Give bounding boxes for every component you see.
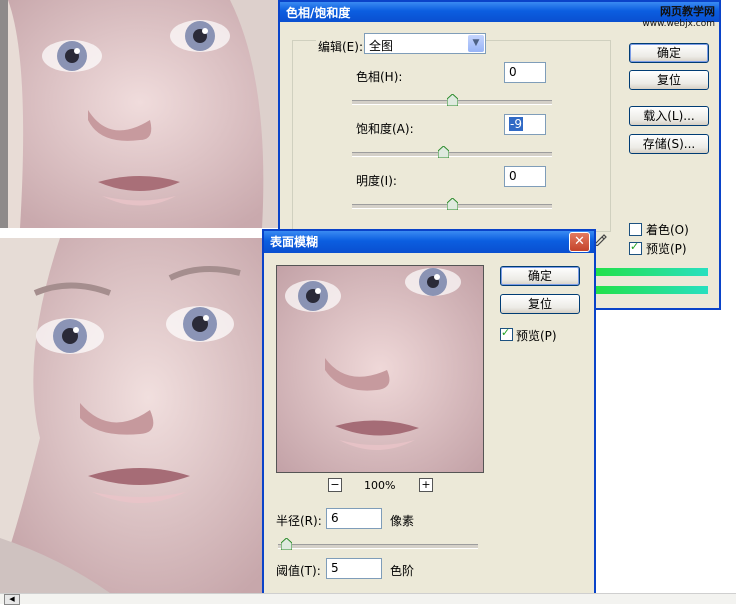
- watermark-line2: www.webjx.com: [642, 19, 715, 29]
- preview-checkbox[interactable]: [629, 240, 642, 255]
- chevron-down-icon: ▼: [472, 38, 480, 48]
- plus-icon: +: [421, 478, 431, 491]
- minus-icon: −: [330, 478, 340, 491]
- blur-reset-button[interactable]: 复位: [500, 294, 580, 314]
- blur-preview[interactable]: [276, 265, 484, 473]
- blur-dialog-title: 表面模糊: [270, 235, 319, 249]
- colorize-label: 着色(O): [646, 223, 689, 237]
- preview-label: 预览(P): [646, 242, 687, 256]
- threshold-label: 阈值(T):: [276, 564, 321, 578]
- ok-button[interactable]: 确定: [629, 43, 709, 63]
- color-bar-top: [596, 268, 708, 276]
- surface-blur-dialog: 表面模糊 ✕ − 100% + 确定 复位 ✓ 预览(P) 半径(R): 6 像…: [262, 229, 596, 599]
- hue-slider-thumb[interactable]: [446, 94, 458, 106]
- colorize-checkbox[interactable]: [629, 223, 642, 236]
- zoom-in-button[interactable]: +: [419, 478, 433, 492]
- radius-unit: 像素: [390, 514, 415, 528]
- edit-label: 编辑(E):: [316, 38, 365, 55]
- dialog-title: 色相/饱和度: [286, 6, 351, 20]
- zoom-level: 100%: [364, 479, 396, 492]
- zoom-out-button[interactable]: −: [328, 478, 342, 492]
- saturation-slider-track[interactable]: [352, 152, 552, 157]
- surface-blur-titlebar[interactable]: 表面模糊: [264, 231, 594, 253]
- close-icon: ✕: [574, 234, 585, 249]
- saturation-input-value: -9: [509, 117, 523, 131]
- blur-preview-checkbox[interactable]: [500, 326, 513, 341]
- saturation-input[interactable]: -9: [504, 114, 546, 135]
- save-button[interactable]: 存储(S)...: [629, 134, 709, 154]
- close-button[interactable]: ✕: [569, 232, 590, 252]
- blur-ok-button[interactable]: 确定: [500, 266, 580, 286]
- blur-preview-label: 预览(P): [516, 329, 557, 343]
- saturation-slider-thumb[interactable]: [437, 146, 449, 158]
- reset-button[interactable]: 复位: [629, 70, 709, 90]
- radius-input[interactable]: 6: [326, 508, 382, 529]
- load-button[interactable]: 载入(L)...: [629, 106, 709, 126]
- watermark-line1: 网页教学网: [660, 5, 715, 18]
- arrow-left-icon: ◀: [9, 595, 15, 603]
- saturation-label: 饱和度(A):: [356, 122, 414, 136]
- radius-label: 半径(R):: [276, 514, 322, 528]
- photo-top: [0, 0, 280, 228]
- edit-select-value: 全图: [369, 39, 394, 53]
- lightness-input[interactable]: 0: [504, 166, 546, 187]
- photo-bottom: [0, 238, 270, 593]
- lightness-label: 明度(I):: [356, 174, 397, 188]
- color-bar-bottom: [596, 286, 708, 294]
- edit-select[interactable]: 全图 ▼: [364, 33, 486, 54]
- threshold-input[interactable]: 5: [326, 558, 382, 579]
- horizontal-scrollbar[interactable]: ◀: [0, 593, 736, 605]
- lightness-slider-thumb[interactable]: [446, 198, 458, 210]
- dropdown-button[interactable]: ▼: [468, 35, 484, 52]
- radius-slider-thumb[interactable]: [280, 538, 292, 550]
- threshold-unit: 色阶: [390, 564, 415, 578]
- hue-input[interactable]: 0: [504, 62, 546, 83]
- radius-slider-track[interactable]: [278, 544, 478, 549]
- scroll-left-button[interactable]: ◀: [4, 594, 20, 605]
- watermark: 网页教学网 www.webjx.com: [642, 6, 715, 30]
- hue-label: 色相(H):: [356, 70, 403, 84]
